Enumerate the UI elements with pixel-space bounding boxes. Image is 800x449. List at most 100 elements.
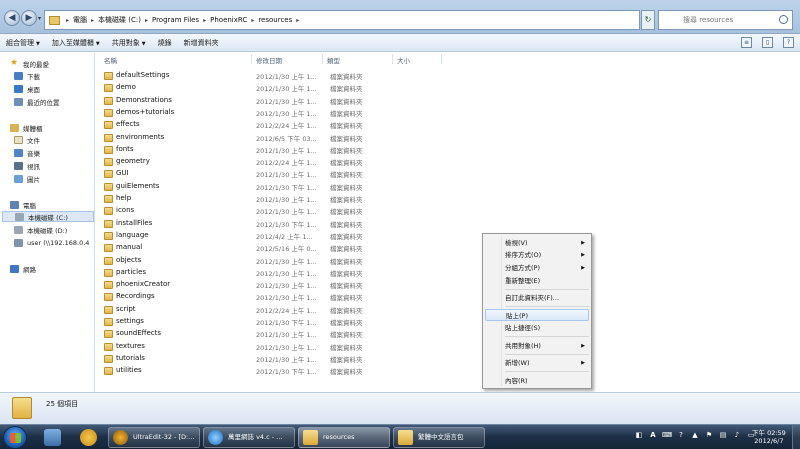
table-row[interactable]: Recordings 2012/1/30 上午 1... 檔案資料夾 bbox=[102, 291, 402, 303]
breadcrumb-program-files[interactable]: Program Files bbox=[152, 16, 199, 24]
column-header-size[interactable]: 大小 bbox=[397, 55, 410, 65]
table-row[interactable]: textures 2012/1/30 上午 1... 檔案資料夾 bbox=[102, 341, 402, 353]
column-header-type[interactable]: 類型 bbox=[327, 55, 340, 65]
chevron-right-icon[interactable]: ▸ bbox=[296, 17, 299, 24]
menu-item-refresh[interactable]: 重新整理(E) bbox=[485, 275, 589, 287]
table-row[interactable]: settings 2012/1/30 下午 1... 檔案資料夾 bbox=[102, 316, 402, 328]
column-divider[interactable] bbox=[322, 54, 323, 64]
column-divider[interactable] bbox=[251, 54, 252, 64]
column-header-name[interactable]: 名稱 bbox=[104, 55, 117, 65]
table-row[interactable]: GUI 2012/1/30 上午 1... 檔案資料夾 bbox=[102, 168, 402, 180]
nav-drive-d[interactable]: 本機磁碟 (D:) bbox=[14, 224, 67, 235]
column-header-date[interactable]: 修改日期 bbox=[256, 55, 282, 65]
breadcrumb-computer[interactable]: 電腦 bbox=[73, 15, 87, 25]
table-row[interactable]: help 2012/1/30 上午 1... 檔案資料夾 bbox=[102, 193, 402, 205]
menu-item-properties[interactable]: 內容(R) bbox=[485, 375, 589, 387]
clock[interactable]: 下午 02:59 2012/6/7 bbox=[752, 429, 786, 445]
volume-icon[interactable]: ♪ bbox=[732, 430, 742, 440]
menu-item-sort[interactable]: 排序方式(O) ▶ bbox=[485, 249, 589, 261]
column-divider[interactable] bbox=[441, 54, 442, 64]
nav-favorites[interactable]: ★ 我的最愛 bbox=[10, 58, 49, 69]
menu-item-share-with[interactable]: 共用對象(H) ▶ bbox=[485, 340, 589, 352]
table-row[interactable]: effects 2012/2/24 上午 1... 檔案資料夾 bbox=[102, 119, 402, 131]
table-row[interactable]: geometry 2012/2/24 上午 1... 檔案資料夾 bbox=[102, 156, 402, 168]
keyboard-icon[interactable]: ⌨ bbox=[662, 430, 672, 440]
table-row[interactable]: installFiles 2012/1/30 下午 1... 檔案資料夾 bbox=[102, 218, 402, 230]
app-shortcut-icon[interactable] bbox=[80, 429, 97, 446]
table-row[interactable]: particles 2012/1/30 上午 1... 檔案資料夾 bbox=[102, 267, 402, 279]
table-row[interactable]: Demonstrations 2012/1/30 上午 1... 檔案資料夾 bbox=[102, 95, 402, 107]
chevron-right-icon[interactable]: ▸ bbox=[145, 17, 148, 24]
nav-downloads[interactable]: 下載 bbox=[14, 70, 40, 81]
nav-videos[interactable]: 視訊 bbox=[14, 160, 40, 171]
nav-pictures[interactable]: 圖片 bbox=[14, 173, 40, 184]
nav-computer[interactable]: 電腦 bbox=[10, 199, 36, 210]
nav-documents[interactable]: 文件 bbox=[14, 134, 40, 145]
breadcrumb-phoenixrc[interactable]: PhoenixRC bbox=[210, 16, 247, 24]
network-icon[interactable]: ▤ bbox=[718, 430, 728, 440]
table-row[interactable]: script 2012/2/24 上午 1... 檔案資料夾 bbox=[102, 304, 402, 316]
table-row[interactable]: demos+tutorials 2012/1/30 上午 1... 檔案資料夾 bbox=[102, 107, 402, 119]
table-row[interactable]: utilities 2012/1/30 下午 1... 檔案資料夾 bbox=[102, 365, 402, 377]
menu-item-group[interactable]: 分組方式(P) ▶ bbox=[485, 262, 589, 274]
show-desktop-button[interactable] bbox=[792, 425, 800, 449]
table-row[interactable]: soundEffects 2012/1/30 上午 1... 檔案資料夾 bbox=[102, 328, 402, 340]
file-list[interactable]: 名稱 修改日期 類型 大小 defaultSettings 2012/1/30 上… bbox=[96, 53, 800, 392]
chevron-right-icon[interactable]: ▸ bbox=[66, 17, 69, 24]
table-row[interactable]: environments 2012/6/5 下午 03... 檔案資料夾 bbox=[102, 132, 402, 144]
chevron-right-icon[interactable]: ▸ bbox=[91, 17, 94, 24]
ime-mode-indicator[interactable]: A bbox=[648, 430, 658, 440]
table-row[interactable]: language 2012/4/2 上午 1... 檔案資料夾 bbox=[102, 230, 402, 242]
nav-recent-places[interactable]: 最近的位置 bbox=[14, 96, 60, 107]
menu-item-paste-shortcut[interactable]: 貼上捷徑(S) bbox=[485, 322, 589, 334]
new-folder-button[interactable]: 新增資料夾 bbox=[178, 38, 225, 48]
start-button[interactable] bbox=[3, 426, 27, 449]
taskbar-internet-explorer[interactable]: 萬里網誌 v4.c - ... bbox=[203, 427, 295, 448]
breadcrumb-resources[interactable]: resources bbox=[258, 16, 292, 24]
table-row[interactable]: phoenixCreator 2012/1/30 上午 1... 檔案資料夾 bbox=[102, 279, 402, 291]
table-row[interactable]: objects 2012/1/30 上午 1... 檔案資料夾 bbox=[102, 255, 402, 267]
share-with-button[interactable]: 共用對象 ▼ bbox=[106, 38, 152, 48]
nav-desktop[interactable]: 桌面 bbox=[14, 83, 40, 94]
nav-music[interactable]: 音樂 bbox=[14, 147, 40, 158]
menu-item-paste[interactable]: 貼上(P) bbox=[485, 309, 589, 321]
column-divider[interactable] bbox=[392, 54, 393, 64]
flag-icon[interactable]: ⚑ bbox=[704, 430, 714, 440]
breadcrumb[interactable]: ▸ 電腦 ▸ 本機磁碟 (C:) ▸ Program Files ▸ Phoen… bbox=[44, 10, 640, 30]
taskbar-ultraedit[interactable]: UltraEdit-32 - [D:... bbox=[108, 427, 200, 448]
table-row[interactable]: tutorials 2012/1/30 上午 1... 檔案資料夾 bbox=[102, 353, 402, 365]
calculator-icon[interactable] bbox=[44, 429, 61, 446]
nav-network-drive[interactable]: user (\\192.168.0.4 bbox=[14, 237, 89, 248]
organize-button[interactable]: 組合管理 ▼ bbox=[0, 38, 46, 48]
taskbar-explorer[interactable]: resources bbox=[298, 427, 390, 448]
table-row[interactable]: defaultSettings 2012/1/30 上午 1... 檔案資料夾 bbox=[102, 70, 402, 82]
breadcrumb-drive-c[interactable]: 本機磁碟 (C:) bbox=[98, 15, 141, 25]
arrow-up-icon[interactable]: ▲ bbox=[690, 430, 700, 440]
table-row[interactable]: manual 2012/5/16 上午 0... 檔案資料夾 bbox=[102, 242, 402, 254]
menu-item-view[interactable]: 檢視(V) ▶ bbox=[485, 237, 589, 249]
view-options-icon[interactable]: ≡ bbox=[741, 37, 752, 48]
chevron-right-icon[interactable]: ▸ bbox=[203, 17, 206, 24]
search-input[interactable]: 搜尋 resources bbox=[658, 10, 793, 30]
burn-button[interactable]: 燒錄 bbox=[152, 38, 178, 48]
nav-network[interactable]: 網路 bbox=[10, 263, 36, 274]
help-icon[interactable]: ? bbox=[676, 430, 686, 440]
help-icon[interactable]: ? bbox=[783, 37, 794, 48]
table-row[interactable]: fonts 2012/1/30 上午 1... 檔案資料夾 bbox=[102, 144, 402, 156]
chevron-right-icon[interactable]: ▸ bbox=[251, 17, 254, 24]
table-row[interactable]: icons 2012/1/30 上午 1... 檔案資料夾 bbox=[102, 205, 402, 217]
include-in-library-button[interactable]: 加入至媒體櫃 ▼ bbox=[46, 38, 106, 48]
preview-pane-icon[interactable]: ▯ bbox=[762, 37, 773, 48]
nav-drive-c[interactable]: 本機磁碟 (C:) bbox=[2, 211, 94, 222]
table-row[interactable]: demo 2012/1/30 上午 1... 檔案資料夾 bbox=[102, 82, 402, 94]
forward-button[interactable]: ▶ bbox=[21, 10, 37, 26]
taskbar-translator[interactable]: 繁體中文語言包 bbox=[393, 427, 485, 448]
ime-icon[interactable]: ◧ bbox=[634, 430, 644, 440]
menu-item-new[interactable]: 新增(W) ▶ bbox=[485, 357, 589, 369]
recent-pages-dropdown[interactable]: ▾ bbox=[38, 15, 41, 22]
refresh-button[interactable]: ↻ bbox=[641, 10, 655, 30]
menu-item-customize[interactable]: 自訂此資料夾(F)... bbox=[485, 292, 589, 304]
nav-libraries[interactable]: 媒體櫃 bbox=[10, 122, 43, 133]
back-button[interactable]: ◀ bbox=[4, 10, 20, 26]
table-row[interactable]: guiElements 2012/1/30 下午 1... 檔案資料夾 bbox=[102, 181, 402, 193]
